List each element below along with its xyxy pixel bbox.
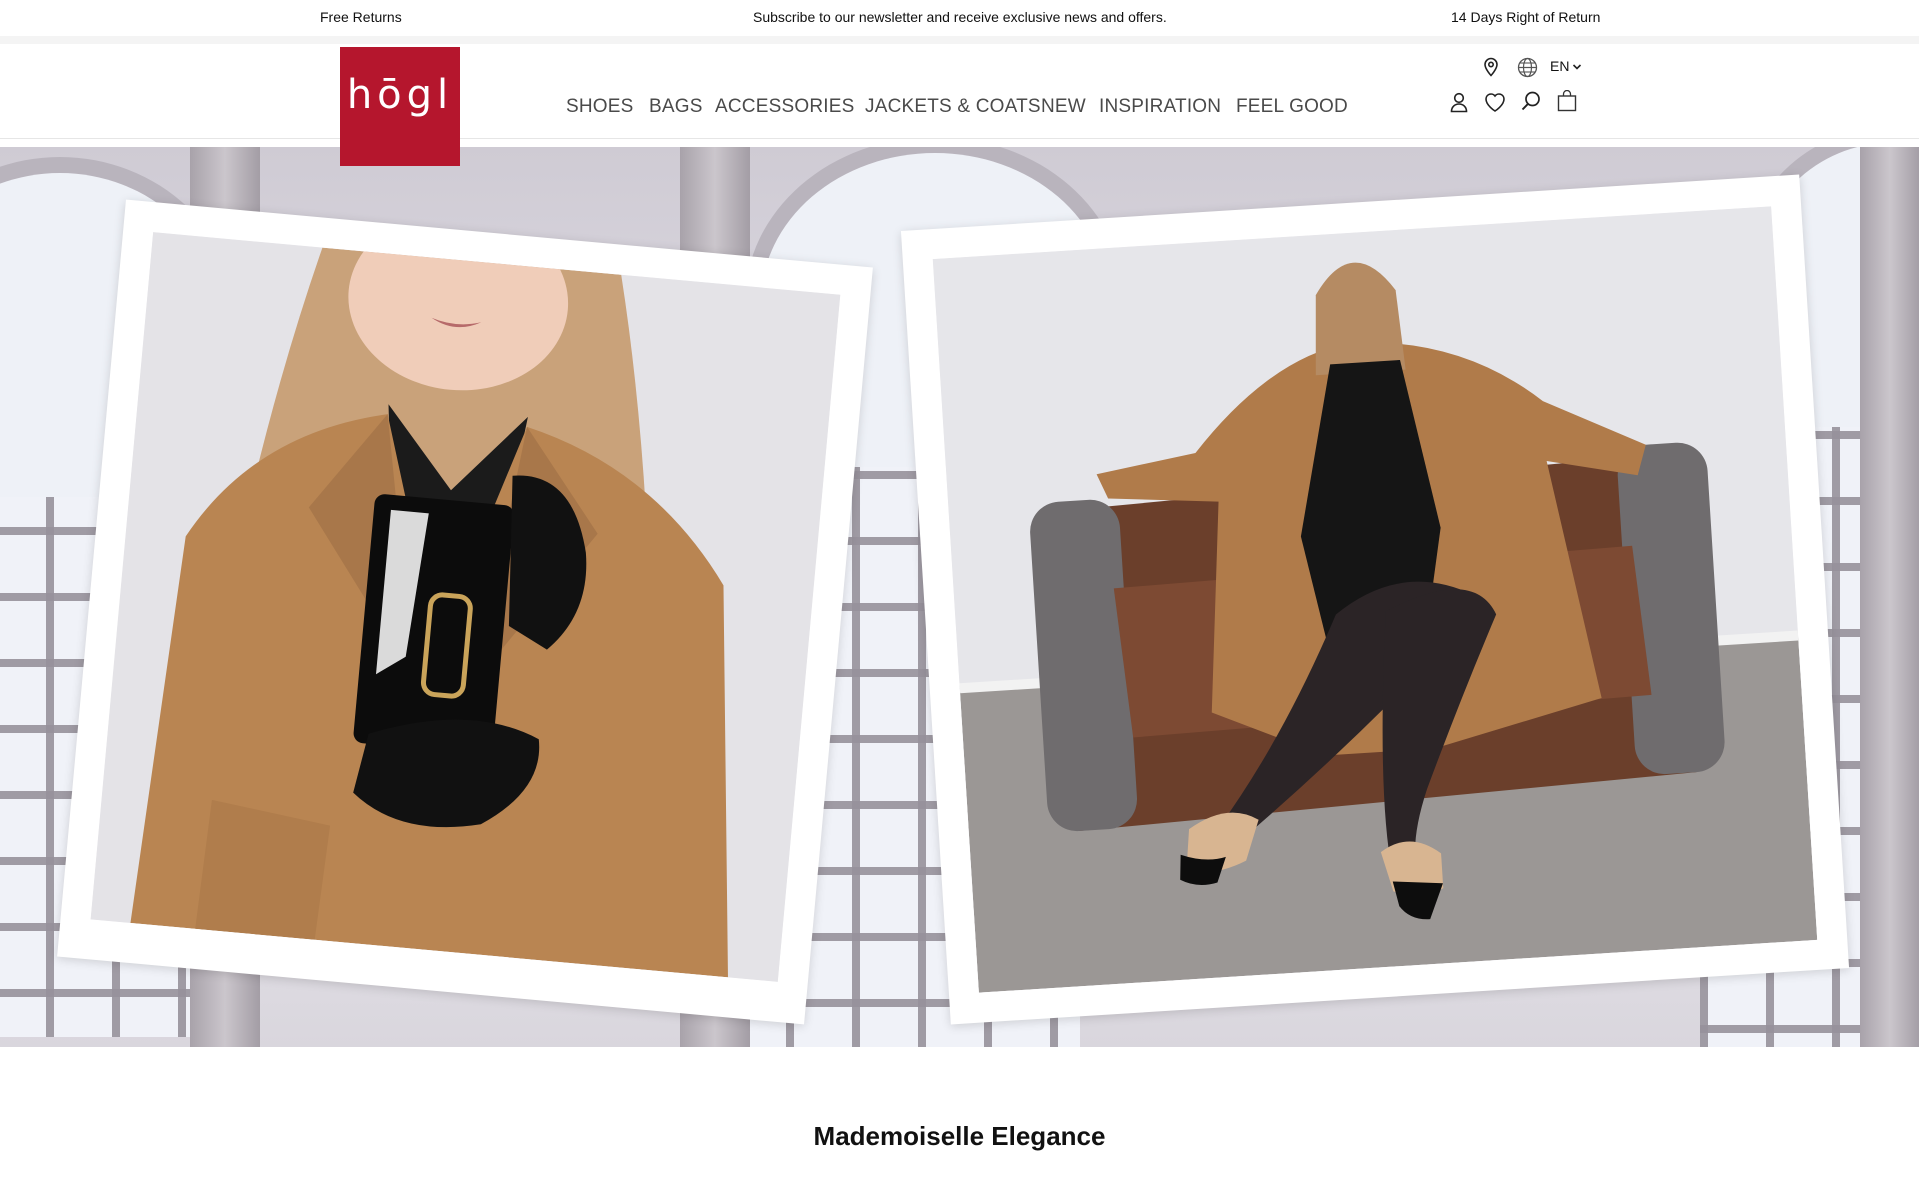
globe-icon[interactable] xyxy=(1517,57,1538,78)
nav-item-inspiration[interactable]: INSPIRATION xyxy=(1099,96,1221,118)
promo-newsletter[interactable]: Subscribe to our newsletter and receive … xyxy=(753,9,1167,25)
hero-banner[interactable] xyxy=(0,147,1919,1047)
nav-item-jackets-coats[interactable]: JACKETS & COATS xyxy=(865,96,1041,118)
chevron-down-icon xyxy=(1572,58,1582,74)
nav-item-shoes[interactable]: SHOES xyxy=(566,96,634,118)
shopping-bag-icon[interactable] xyxy=(1557,90,1577,112)
search-icon[interactable] xyxy=(1520,90,1542,112)
promo-bar: Free Returns Subscribe to our newsletter… xyxy=(0,0,1919,36)
nav-item-accessories[interactable]: ACCESSORIES xyxy=(715,96,854,118)
nav-item-bags[interactable]: BAGS xyxy=(649,96,703,118)
promo-free-returns[interactable]: Free Returns xyxy=(320,9,402,25)
nav-item-new[interactable]: NEW xyxy=(1041,96,1086,118)
polaroid-frame-left xyxy=(57,199,873,1025)
background-column-right xyxy=(1860,147,1919,1047)
brand-logo[interactable]: hōgl xyxy=(340,47,460,166)
section-headline: Mademoiselle Elegance xyxy=(813,1121,1106,1151)
promo-divider xyxy=(0,36,1919,44)
language-label: EN xyxy=(1550,58,1570,74)
polaroid-frame-right xyxy=(900,174,1850,1025)
wishlist-heart-icon[interactable] xyxy=(1483,91,1507,113)
model-with-black-handbag-photo[interactable] xyxy=(90,232,841,982)
account-icon[interactable] xyxy=(1449,91,1469,113)
nav-item-feel-good[interactable]: FEEL GOOD xyxy=(1236,96,1348,118)
site-header xyxy=(0,44,1919,139)
model-seated-in-armchair-photo[interactable] xyxy=(932,206,1818,993)
location-pin-icon[interactable] xyxy=(1482,57,1500,77)
promo-return-policy[interactable]: 14 Days Right of Return xyxy=(1451,9,1600,25)
language-selector[interactable]: EN xyxy=(1550,58,1582,74)
brand-logo-text: hōgl xyxy=(346,71,454,118)
